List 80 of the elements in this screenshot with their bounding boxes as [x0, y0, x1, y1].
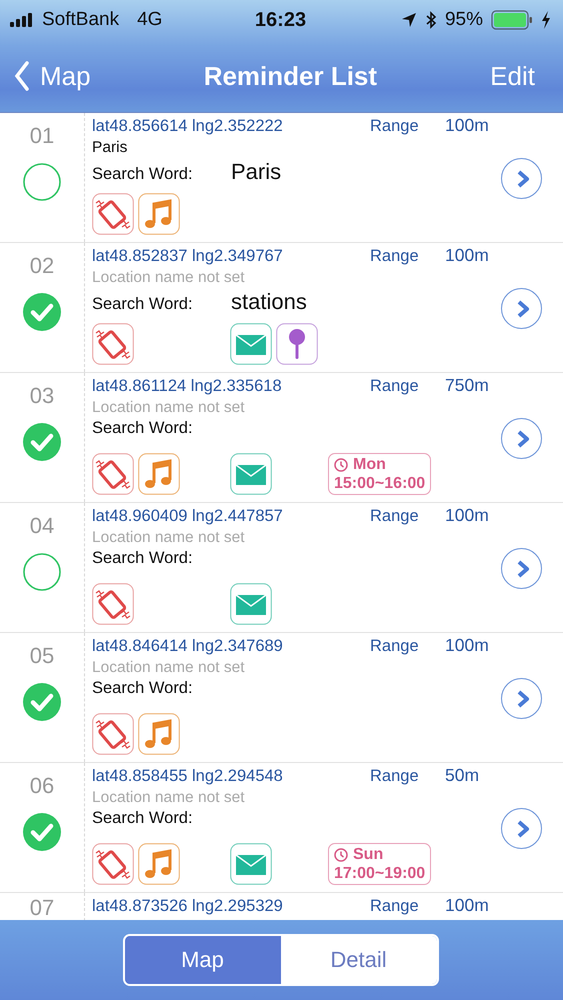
search-word-label: Search Word:: [92, 809, 194, 828]
carrier-name: SoftBank: [42, 9, 120, 31]
location-name: Location name not set: [92, 399, 246, 418]
coordinates-text: lat48.858455 lng2.294548: [92, 767, 284, 786]
search-word-label: Search Word:: [92, 165, 194, 184]
segment-tab[interactable]: Detail: [280, 936, 436, 984]
range-value: 50m: [445, 765, 480, 786]
range-value: 750m: [445, 375, 489, 396]
chevron-right-icon: [516, 170, 530, 188]
checked-circle-icon[interactable]: [23, 423, 61, 461]
range-label: Range: [370, 637, 420, 656]
detail-arrow-button[interactable]: [501, 548, 542, 589]
screen-title: Reminder List: [204, 60, 378, 92]
chevron-right-icon: [516, 430, 530, 448]
location-name: Location name not set: [92, 659, 246, 678]
coordinates-text: lat48.852837 lng2.349767: [92, 247, 284, 266]
range-label: Range: [370, 117, 420, 136]
reminder-number: 07: [30, 895, 54, 920]
edit-button[interactable]: Edit: [490, 60, 535, 92]
schedule-day: Mon: [353, 455, 386, 474]
range-value: 100m: [445, 635, 489, 656]
search-word-label: Search Word:: [92, 419, 194, 438]
range-value: 100m: [445, 895, 489, 916]
schedule-day: Sun: [353, 845, 384, 864]
chevron-right-icon: [516, 690, 530, 708]
charging-icon: [541, 11, 551, 29]
reminder-number: 04: [30, 513, 54, 539]
unchecked-circle-icon[interactable]: [23, 553, 61, 591]
checked-circle-icon[interactable]: [23, 683, 61, 721]
chevron-right-icon: [516, 560, 530, 578]
coordinates-text: lat48.861124 lng2.335618: [92, 377, 283, 396]
detail-arrow-button[interactable]: [501, 288, 542, 329]
location-name: Location name not set: [92, 789, 246, 808]
location-name: Location name not set: [92, 529, 246, 548]
detail-arrow-button[interactable]: [501, 418, 542, 459]
range-value: 100m: [445, 115, 489, 136]
range-label: Range: [370, 767, 420, 786]
reminder-number: 02: [30, 253, 54, 279]
reminder-number: 03: [30, 383, 54, 409]
network-type: 4G: [137, 9, 162, 31]
checked-circle-icon[interactable]: [23, 813, 61, 851]
chevron-right-icon: [516, 300, 530, 318]
schedule-time: 17:00~19:00: [334, 864, 426, 883]
range-value: 100m: [445, 245, 489, 266]
search-word-label: Search Word:: [92, 295, 194, 314]
search-word-value: Paris: [231, 159, 282, 185]
checked-circle-icon[interactable]: [23, 293, 61, 331]
coordinates-text: lat48.846414 lng2.347689: [92, 637, 284, 656]
battery-icon: [491, 10, 533, 30]
detail-arrow-button[interactable]: [501, 158, 542, 199]
bluetooth-icon: [424, 11, 437, 29]
schedule-time: 15:00~16:00: [334, 474, 426, 493]
range-label: Range: [370, 897, 420, 916]
reminder-number: 01: [30, 123, 54, 149]
unchecked-circle-icon[interactable]: [23, 163, 61, 201]
search-word-value: stations: [231, 289, 307, 315]
segment-tab[interactable]: Map: [124, 936, 280, 984]
back-button[interactable]: Map: [14, 60, 91, 92]
search-word-label: Search Word:: [92, 679, 194, 698]
status-time: 16:23: [254, 8, 306, 32]
clock-icon: [334, 848, 348, 862]
range-label: Range: [370, 377, 420, 396]
reminder-number: 06: [30, 773, 54, 799]
coordinates-text: lat48.856614 lng2.352222: [92, 117, 284, 136]
chevron-right-icon: [516, 820, 530, 838]
reminder-number: 05: [30, 643, 54, 669]
range-label: Range: [370, 247, 420, 266]
coordinates-text: lat48.873526 lng2.295329: [92, 897, 284, 916]
detail-arrow-button[interactable]: [501, 808, 542, 849]
range-value: 100m: [445, 505, 489, 526]
location-arrow-icon: [400, 12, 417, 28]
location-name: Location name not set: [92, 269, 246, 288]
back-chevron-icon: [14, 61, 30, 91]
search-word-label: Search Word:: [92, 549, 194, 568]
location-name: Paris: [92, 139, 128, 158]
coordinates-text: lat48.960409 lng2.447857: [92, 507, 284, 526]
range-label: Range: [370, 507, 420, 526]
clock-icon: [334, 458, 348, 472]
battery-percent: 95%: [444, 9, 483, 31]
detail-arrow-button[interactable]: [501, 678, 542, 719]
